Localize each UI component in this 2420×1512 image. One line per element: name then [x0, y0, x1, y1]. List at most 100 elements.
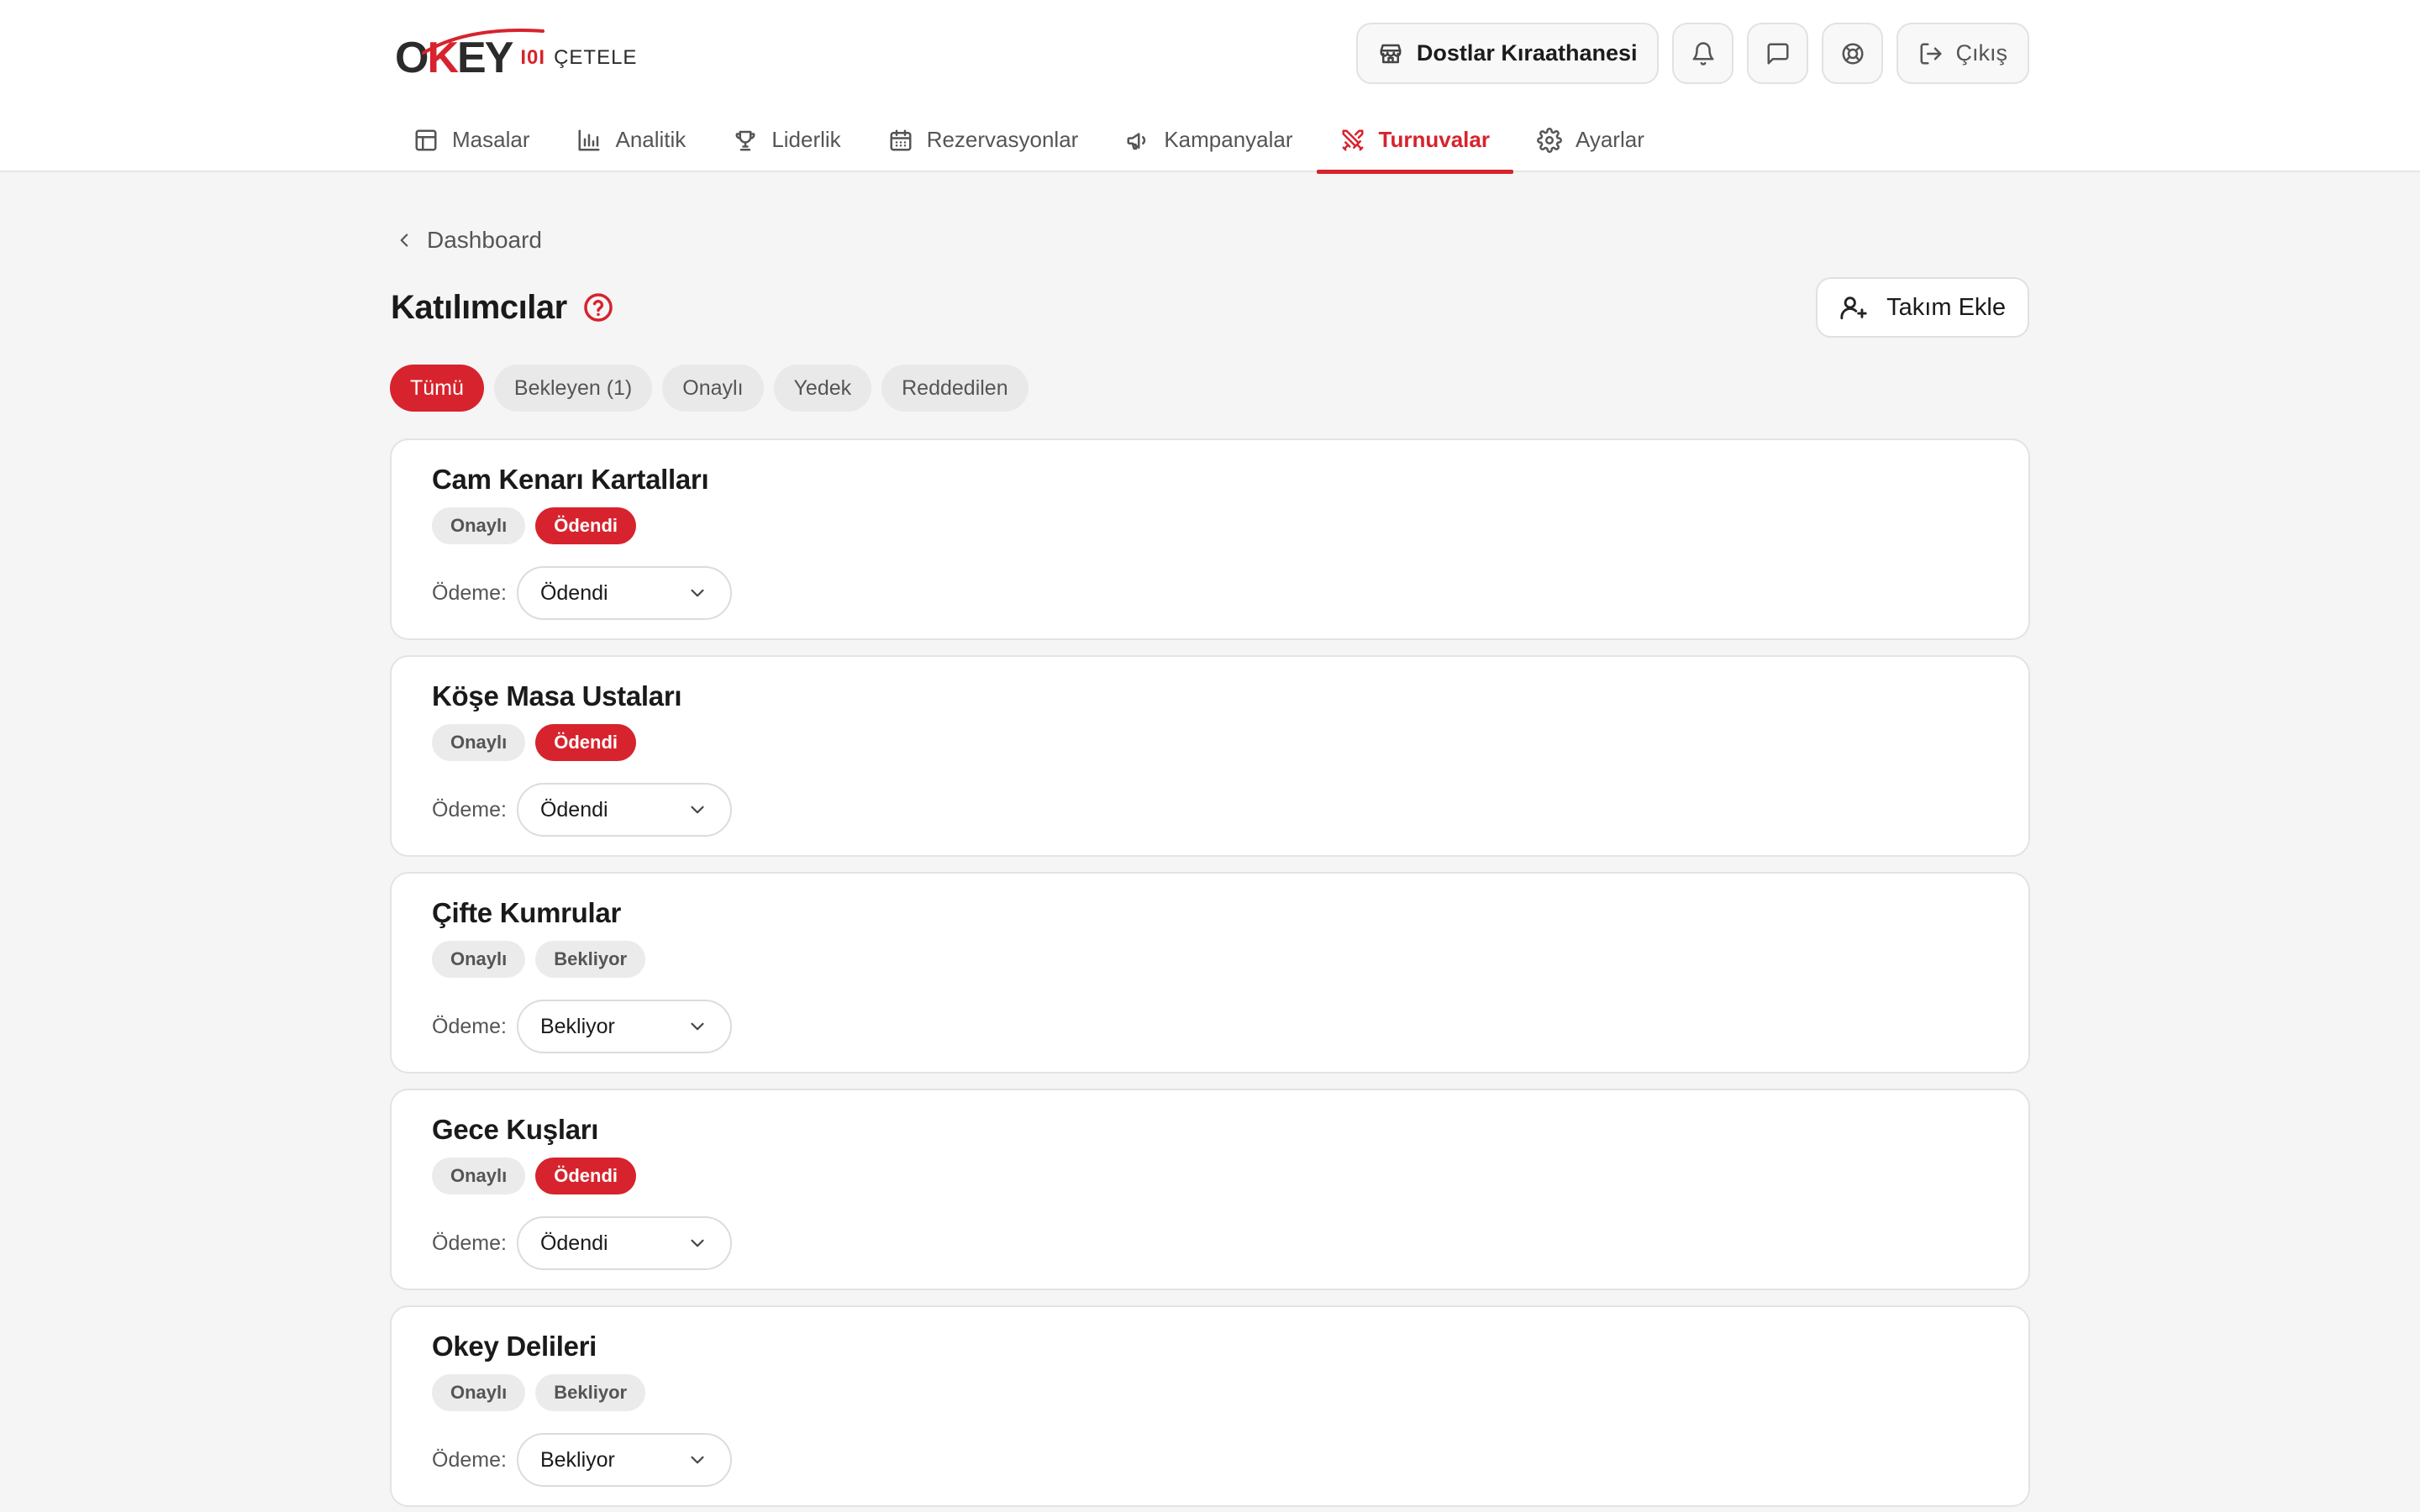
venue-selector-button[interactable]: Dostlar Kıraathanesi [1355, 23, 1660, 84]
logo-subtitle: ÇETELE [554, 46, 638, 69]
payment-label: Ödeme: [432, 1447, 507, 1472]
chevron-down-icon [691, 1456, 704, 1464]
participant-list: Cam Kenarı Kartalları Onaylı Ödendi Ödem… [390, 438, 2030, 1507]
team-name: Köşe Masa Ustaları [432, 680, 682, 711]
payment-select-value: Bekliyor [539, 1447, 615, 1472]
status-badge: Onaylı [432, 1158, 526, 1194]
nav-tab-turnuvalar[interactable]: Turnuvalar [1316, 108, 1514, 174]
payment-row: Ödeme: Bekliyor [432, 1000, 1988, 1053]
nav-tab-label: Rezervasyonlar [926, 127, 1079, 152]
team-name: Cam Kenarı Kartalları [432, 464, 709, 495]
badge-group: Onaylı Ödendi [432, 724, 1988, 761]
chevron-down-icon [691, 1022, 704, 1031]
message-icon [1767, 43, 1789, 64]
nav-tab-label: Masalar [452, 127, 530, 152]
filter-chip-reserve[interactable]: Yedek [773, 365, 872, 412]
payment-select-value: Ödendi [539, 797, 608, 822]
notifications-button[interactable] [1672, 23, 1734, 84]
chevron-left-icon [400, 234, 408, 247]
filter-chip-rejected[interactable]: Reddedilen [881, 365, 1028, 412]
logo-wordmark: OKEY [395, 29, 544, 83]
participant-card: Okey Delileri Onaylı Bekliyor Ödeme: Bek… [390, 1305, 2030, 1507]
participant-card: Cam Kenarı Kartalları Onaylı Ödendi Ödem… [390, 438, 2030, 640]
logout-icon [1920, 43, 1942, 64]
add-team-button[interactable]: Takım Ekle [1816, 277, 2029, 338]
team-name: Okey Delileri [432, 1331, 597, 1362]
payment-status-select[interactable]: Ödendi [516, 783, 732, 837]
payment-label: Ödeme: [432, 580, 507, 605]
badge-group: Onaylı Ödendi [432, 507, 1988, 544]
breadcrumb-label: Dashboard [427, 227, 542, 253]
nav-tab-ayarlar[interactable]: Ayarlar [1513, 108, 1668, 172]
payment-badge: Bekliyor [535, 941, 646, 978]
payment-row: Ödeme: Bekliyor [432, 1433, 1988, 1487]
payment-select-value: Ödendi [539, 1231, 608, 1255]
lifebuoy-icon [1842, 43, 1864, 64]
status-badge: Onaylı [432, 1374, 526, 1411]
logout-label: Çıkış [1955, 40, 2007, 66]
chevron-down-icon [691, 806, 704, 814]
user-plus-icon [1840, 297, 1867, 320]
payment-badge: Bekliyor [535, 1374, 646, 1411]
main-nav: Masalar Analitik Liderlik Rezervasyonlar… [395, 108, 1668, 174]
status-badge: Onaylı [432, 941, 526, 978]
chart-icon [578, 129, 600, 150]
venue-name: Dostlar Kıraathanesi [1416, 40, 1638, 66]
top-header: OKEY I0I ÇETELE Dostlar Kıraathanesi Çık… [0, 0, 2420, 174]
payment-status-select[interactable]: Ödendi [516, 1216, 732, 1270]
payment-row: Ödeme: Ödendi [432, 566, 1988, 620]
filter-chip-approved[interactable]: Onaylı [662, 365, 764, 412]
logout-button[interactable]: Çıkış [1897, 23, 2029, 84]
payment-status-select[interactable]: Bekliyor [516, 1433, 732, 1487]
header-actions: Dostlar Kıraathanesi Çıkış [1355, 23, 2029, 84]
breadcrumb-back-link[interactable]: Dashboard [393, 225, 542, 255]
chevron-down-icon [691, 589, 704, 597]
badge-group: Onaylı Bekliyor [432, 941, 1988, 978]
nav-tab-masalar[interactable]: Masalar [395, 108, 553, 172]
page-title-row: Katılımcılar Takım Ekle [391, 277, 2029, 338]
payment-label: Ödeme: [432, 1014, 507, 1038]
swords-icon [1342, 129, 1364, 150]
calendar-icon [890, 129, 912, 150]
filter-chip-all[interactable]: Tümü [390, 365, 484, 412]
nav-tab-liderlik[interactable]: Liderlik [709, 108, 864, 172]
page-title: Katılımcılar [391, 288, 567, 326]
payment-row: Ödeme: Ödendi [432, 1216, 1988, 1270]
nav-tab-label: Kampanyalar [1164, 127, 1293, 152]
store-icon [1380, 44, 1402, 63]
payment-select-value: Bekliyor [539, 1014, 615, 1038]
messages-button[interactable] [1747, 23, 1809, 84]
table-icon [415, 129, 437, 150]
bell-icon [1692, 41, 1714, 66]
participant-card: Köşe Masa Ustaları Onaylı Ödendi Ödeme: … [390, 655, 2030, 857]
nav-tab-label: Liderlik [771, 127, 841, 152]
trophy-icon [735, 130, 755, 150]
chevron-down-icon [691, 1239, 704, 1247]
payment-select-value: Ödendi [539, 580, 608, 605]
payment-status-select[interactable]: Ödendi [516, 566, 732, 620]
help-circle-icon[interactable] [582, 291, 614, 323]
participant-card: Gece Kuşları Onaylı Ödendi Ödeme: Ödendi [390, 1089, 2030, 1290]
nav-tab-rezervasyonlar[interactable]: Rezervasyonlar [865, 108, 1102, 172]
brand-logo[interactable]: OKEY I0I ÇETELE [395, 29, 637, 87]
logo-swoosh-icon [422, 29, 544, 55]
team-name: Gece Kuşları [432, 1114, 599, 1145]
nav-tab-label: Ayarlar [1575, 127, 1644, 152]
payment-status-select[interactable]: Bekliyor [516, 1000, 732, 1053]
status-badge: Onaylı [432, 507, 526, 544]
badge-group: Onaylı Ödendi [432, 1158, 1988, 1194]
payment-label: Ödeme: [432, 797, 507, 822]
nav-tab-kampanyalar[interactable]: Kampanyalar [1102, 108, 1316, 172]
badge-group: Onaylı Bekliyor [432, 1374, 1988, 1411]
nav-tab-analitik[interactable]: Analitik [553, 108, 709, 172]
megaphone-icon [1127, 132, 1146, 150]
payment-row: Ödeme: Ödendi [432, 783, 1988, 837]
payment-label: Ödeme: [432, 1231, 507, 1255]
add-team-label: Takım Ekle [1886, 293, 2006, 321]
team-name: Çifte Kumrular [432, 897, 621, 928]
filter-chip-pending[interactable]: Bekleyen (1) [493, 365, 653, 412]
gear-icon [1537, 127, 1562, 153]
participant-card: Çifte Kumrular Onaylı Bekliyor Ödeme: Be… [390, 872, 2030, 1074]
help-button[interactable] [1822, 23, 1884, 84]
payment-badge: Ödendi [535, 507, 637, 544]
